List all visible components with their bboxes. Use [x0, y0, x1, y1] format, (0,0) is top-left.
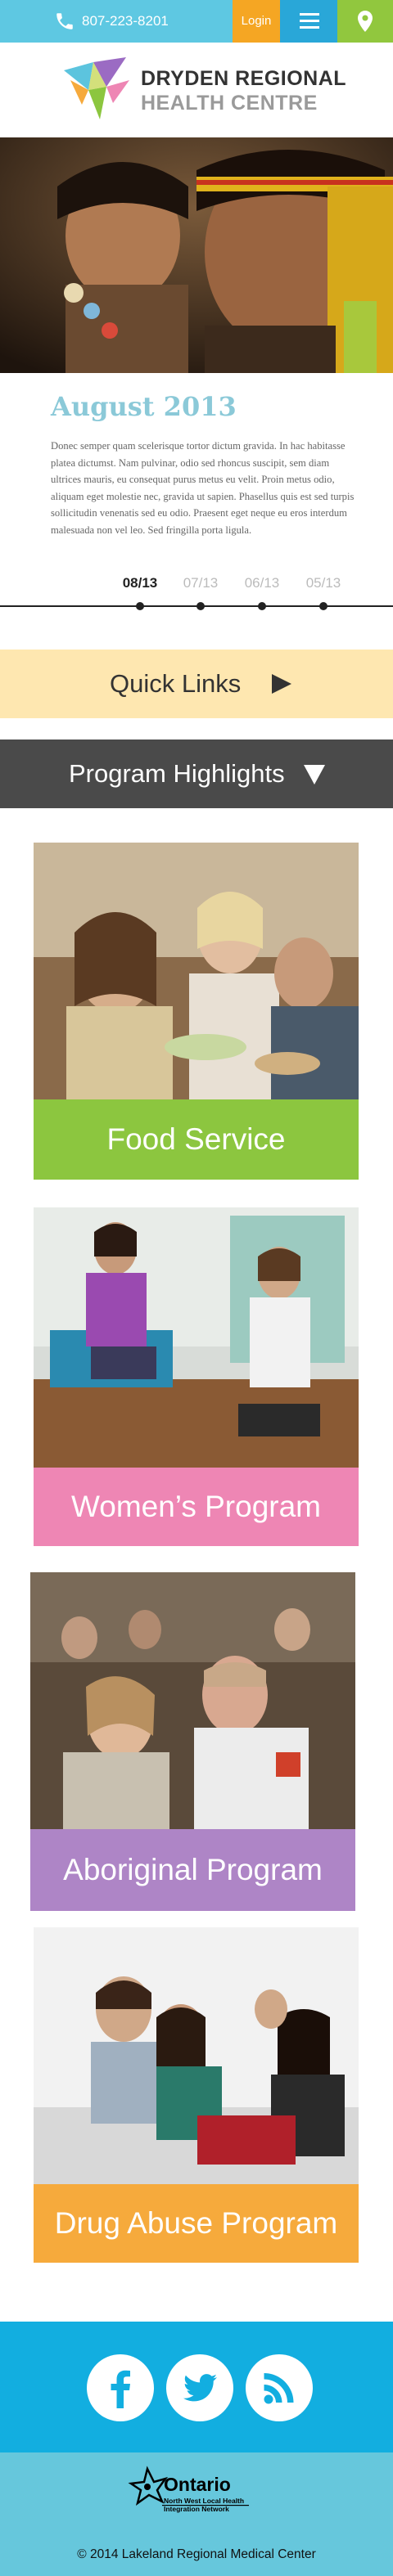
news-body: Donec semper quam scelerisque tortor dic…	[51, 440, 355, 536]
timeline-dot[interactable]	[196, 602, 205, 610]
quick-links-toggle[interactable]: Quick Links	[0, 650, 393, 718]
program-highlights-label: Program Highlights	[69, 759, 285, 788]
hamburger-menu-icon	[300, 13, 319, 29]
social-footer	[0, 2322, 393, 2452]
location-button[interactable]	[337, 0, 393, 43]
site-subtitle: HEALTH CENTRE	[141, 92, 318, 115]
timeline-item[interactable]: 07/13	[172, 575, 229, 591]
program-label: Women’s Program	[34, 1468, 359, 1546]
facebook-icon	[111, 2370, 130, 2408]
bottom-footer: Ontario North West Local Health Integrat…	[0, 2452, 393, 2576]
program-label: Food Service	[34, 1099, 359, 1180]
news-timeline: 08/13 07/13 06/13 05/13	[0, 573, 393, 614]
program-highlights-toggle[interactable]: Program Highlights	[0, 740, 393, 808]
timeline-dot[interactable]	[319, 602, 328, 610]
program-card-food-service[interactable]: Food Service	[34, 843, 359, 1180]
program-card-drug-abuse-program[interactable]: Drug Abuse Program	[34, 1927, 359, 2263]
site-title: DRYDEN REGIONAL	[141, 67, 347, 90]
program-label: Aboriginal Program	[30, 1829, 355, 1911]
news-heading: August 2013	[51, 391, 237, 422]
program-photo	[34, 1207, 359, 1468]
login-button[interactable]: Login	[233, 0, 280, 43]
ontario-name: Ontario	[164, 2474, 231, 2495]
logo-mark-icon[interactable]	[61, 56, 131, 121]
triangle-down-icon	[304, 765, 325, 784]
timeline-item[interactable]: 06/13	[233, 575, 291, 591]
twitter-icon	[183, 2374, 217, 2402]
twitter-link[interactable]	[166, 2354, 233, 2421]
program-photo	[30, 1572, 355, 1829]
timeline-item[interactable]: 05/13	[295, 575, 352, 591]
phone-number-link[interactable]: 807-223-8201	[82, 0, 169, 43]
copyright-text: © 2014 Lakeland Regional Medical Center	[77, 2547, 316, 2561]
menu-button[interactable]	[280, 0, 337, 43]
facebook-link[interactable]	[87, 2354, 154, 2421]
lhin-name: North West Local Health Integration Netw…	[164, 2497, 245, 2513]
quick-links-label: Quick Links	[110, 669, 242, 698]
hero-image	[0, 137, 393, 373]
rss-icon	[264, 2373, 294, 2404]
timeline-item-active[interactable]: 08/13	[111, 575, 169, 591]
program-card-womens-program[interactable]: Women’s Program	[34, 1207, 359, 1546]
top-bar: 807-223-8201 Login	[0, 0, 393, 43]
timeline-dot[interactable]	[136, 602, 144, 610]
phone-icon[interactable]	[54, 11, 75, 32]
program-photo	[34, 1927, 359, 2184]
map-pin-icon	[358, 11, 373, 32]
timeline-dot[interactable]	[258, 602, 266, 610]
program-label: Drug Abuse Program	[34, 2184, 359, 2263]
rss-link[interactable]	[246, 2354, 313, 2421]
program-card-aboriginal-program[interactable]: Aboriginal Program	[30, 1572, 355, 1911]
program-photo	[34, 843, 359, 1099]
site-header: DRYDEN REGIONAL HEALTH CENTRE	[0, 43, 393, 137]
triangle-right-icon	[272, 674, 291, 694]
